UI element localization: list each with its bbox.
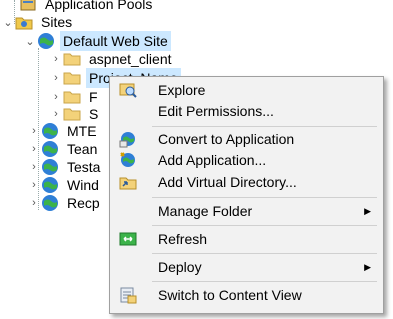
menu-item-explore[interactable]: Explore	[110, 79, 383, 101]
explore-icon	[118, 81, 138, 99]
menu-item-label: Explore	[158, 82, 206, 98]
submenu-arrow-icon: ▶	[364, 205, 371, 216]
tree-label: Testa	[67, 159, 101, 175]
folder-icon	[62, 69, 82, 87]
tree-label: Recp	[67, 195, 100, 211]
menu-separator	[152, 225, 377, 226]
globe-icon	[40, 122, 60, 140]
globe-icon	[36, 32, 56, 50]
menu-item-label: Manage Folder	[158, 203, 253, 219]
tree-item-site[interactable]: › MTE	[28, 121, 100, 141]
tree-label: Sites	[41, 14, 73, 30]
menu-item-add-virtual-directory[interactable]: Add Virtual Directory...	[110, 171, 383, 193]
tree-item-site[interactable]: › Wind	[28, 175, 102, 195]
menu-separator	[152, 253, 377, 254]
menu-item-manage-folder[interactable]: Manage Folder ▶	[110, 200, 383, 222]
chevron-right-icon[interactable]: ›	[28, 121, 40, 141]
tree-item-folder[interactable]: › aspnet_client	[50, 49, 175, 69]
sites-folder-icon	[14, 13, 34, 31]
add-app-icon	[118, 151, 138, 169]
tree-label: aspnet_client	[89, 51, 172, 67]
menu-item-add-application[interactable]: Add Application...	[110, 149, 383, 171]
chevron-right-icon[interactable]: ›	[28, 193, 40, 213]
menu-separator	[152, 197, 377, 198]
menu-item-label: Add Virtual Directory...	[158, 174, 297, 190]
menu-item-label: Add Application...	[158, 152, 267, 168]
chevron-down-icon[interactable]: ⌄	[24, 31, 36, 51]
chevron-right-icon[interactable]: ›	[50, 49, 62, 69]
convert-app-icon	[118, 130, 138, 148]
submenu-arrow-icon: ▶	[364, 261, 371, 272]
folder-icon	[62, 50, 82, 68]
tree-label: Wind	[67, 177, 99, 193]
globe-icon	[40, 176, 60, 194]
tree-label: Default Web Site	[60, 31, 171, 51]
globe-icon	[40, 140, 60, 158]
menu-item-label: Convert to Application	[158, 131, 295, 147]
menu-item-deploy[interactable]: Deploy ▶	[110, 256, 383, 278]
tree-label: MTE	[67, 123, 97, 139]
menu-item-edit-permissions[interactable]: Edit Permissions...	[110, 100, 383, 122]
tree-item-site[interactable]: › Testa	[28, 157, 103, 177]
chevron-right-icon[interactable]: ›	[50, 68, 62, 88]
refresh-icon	[118, 230, 138, 248]
tree-item-site[interactable]: › Recp	[28, 193, 103, 213]
tree-label: Tean	[67, 141, 98, 157]
menu-separator	[152, 126, 377, 127]
menu-item-switch-to-content-view[interactable]: Switch to Content View	[110, 284, 383, 306]
chevron-down-icon[interactable]: ⌄	[2, 12, 14, 32]
menu-item-label: Switch to Content View	[158, 287, 302, 303]
content-view-icon	[118, 286, 138, 304]
virtual-dir-icon	[118, 173, 138, 191]
globe-icon	[40, 194, 60, 212]
menu-item-label: Deploy	[158, 259, 202, 275]
menu-item-label: Refresh	[158, 231, 208, 247]
globe-icon	[40, 158, 60, 176]
tree-item-site[interactable]: › Tean	[28, 139, 100, 159]
menu-item-refresh[interactable]: Refresh	[110, 228, 383, 250]
tree-item-sites[interactable]: ⌄ Sites	[2, 12, 75, 32]
context-menu: Explore Edit Permissions... Convert to A…	[109, 76, 384, 314]
menu-item-convert-to-application[interactable]: Convert to Application	[110, 128, 383, 150]
menu-separator	[152, 281, 377, 282]
menu-item-label: Edit Permissions...	[158, 103, 274, 119]
chevron-right-icon[interactable]: ›	[28, 175, 40, 195]
tree-item-default-web-site[interactable]: ⌄ Default Web Site	[24, 31, 171, 51]
chevron-right-icon[interactable]: ›	[28, 139, 40, 159]
chevron-right-icon[interactable]: ›	[28, 157, 40, 177]
